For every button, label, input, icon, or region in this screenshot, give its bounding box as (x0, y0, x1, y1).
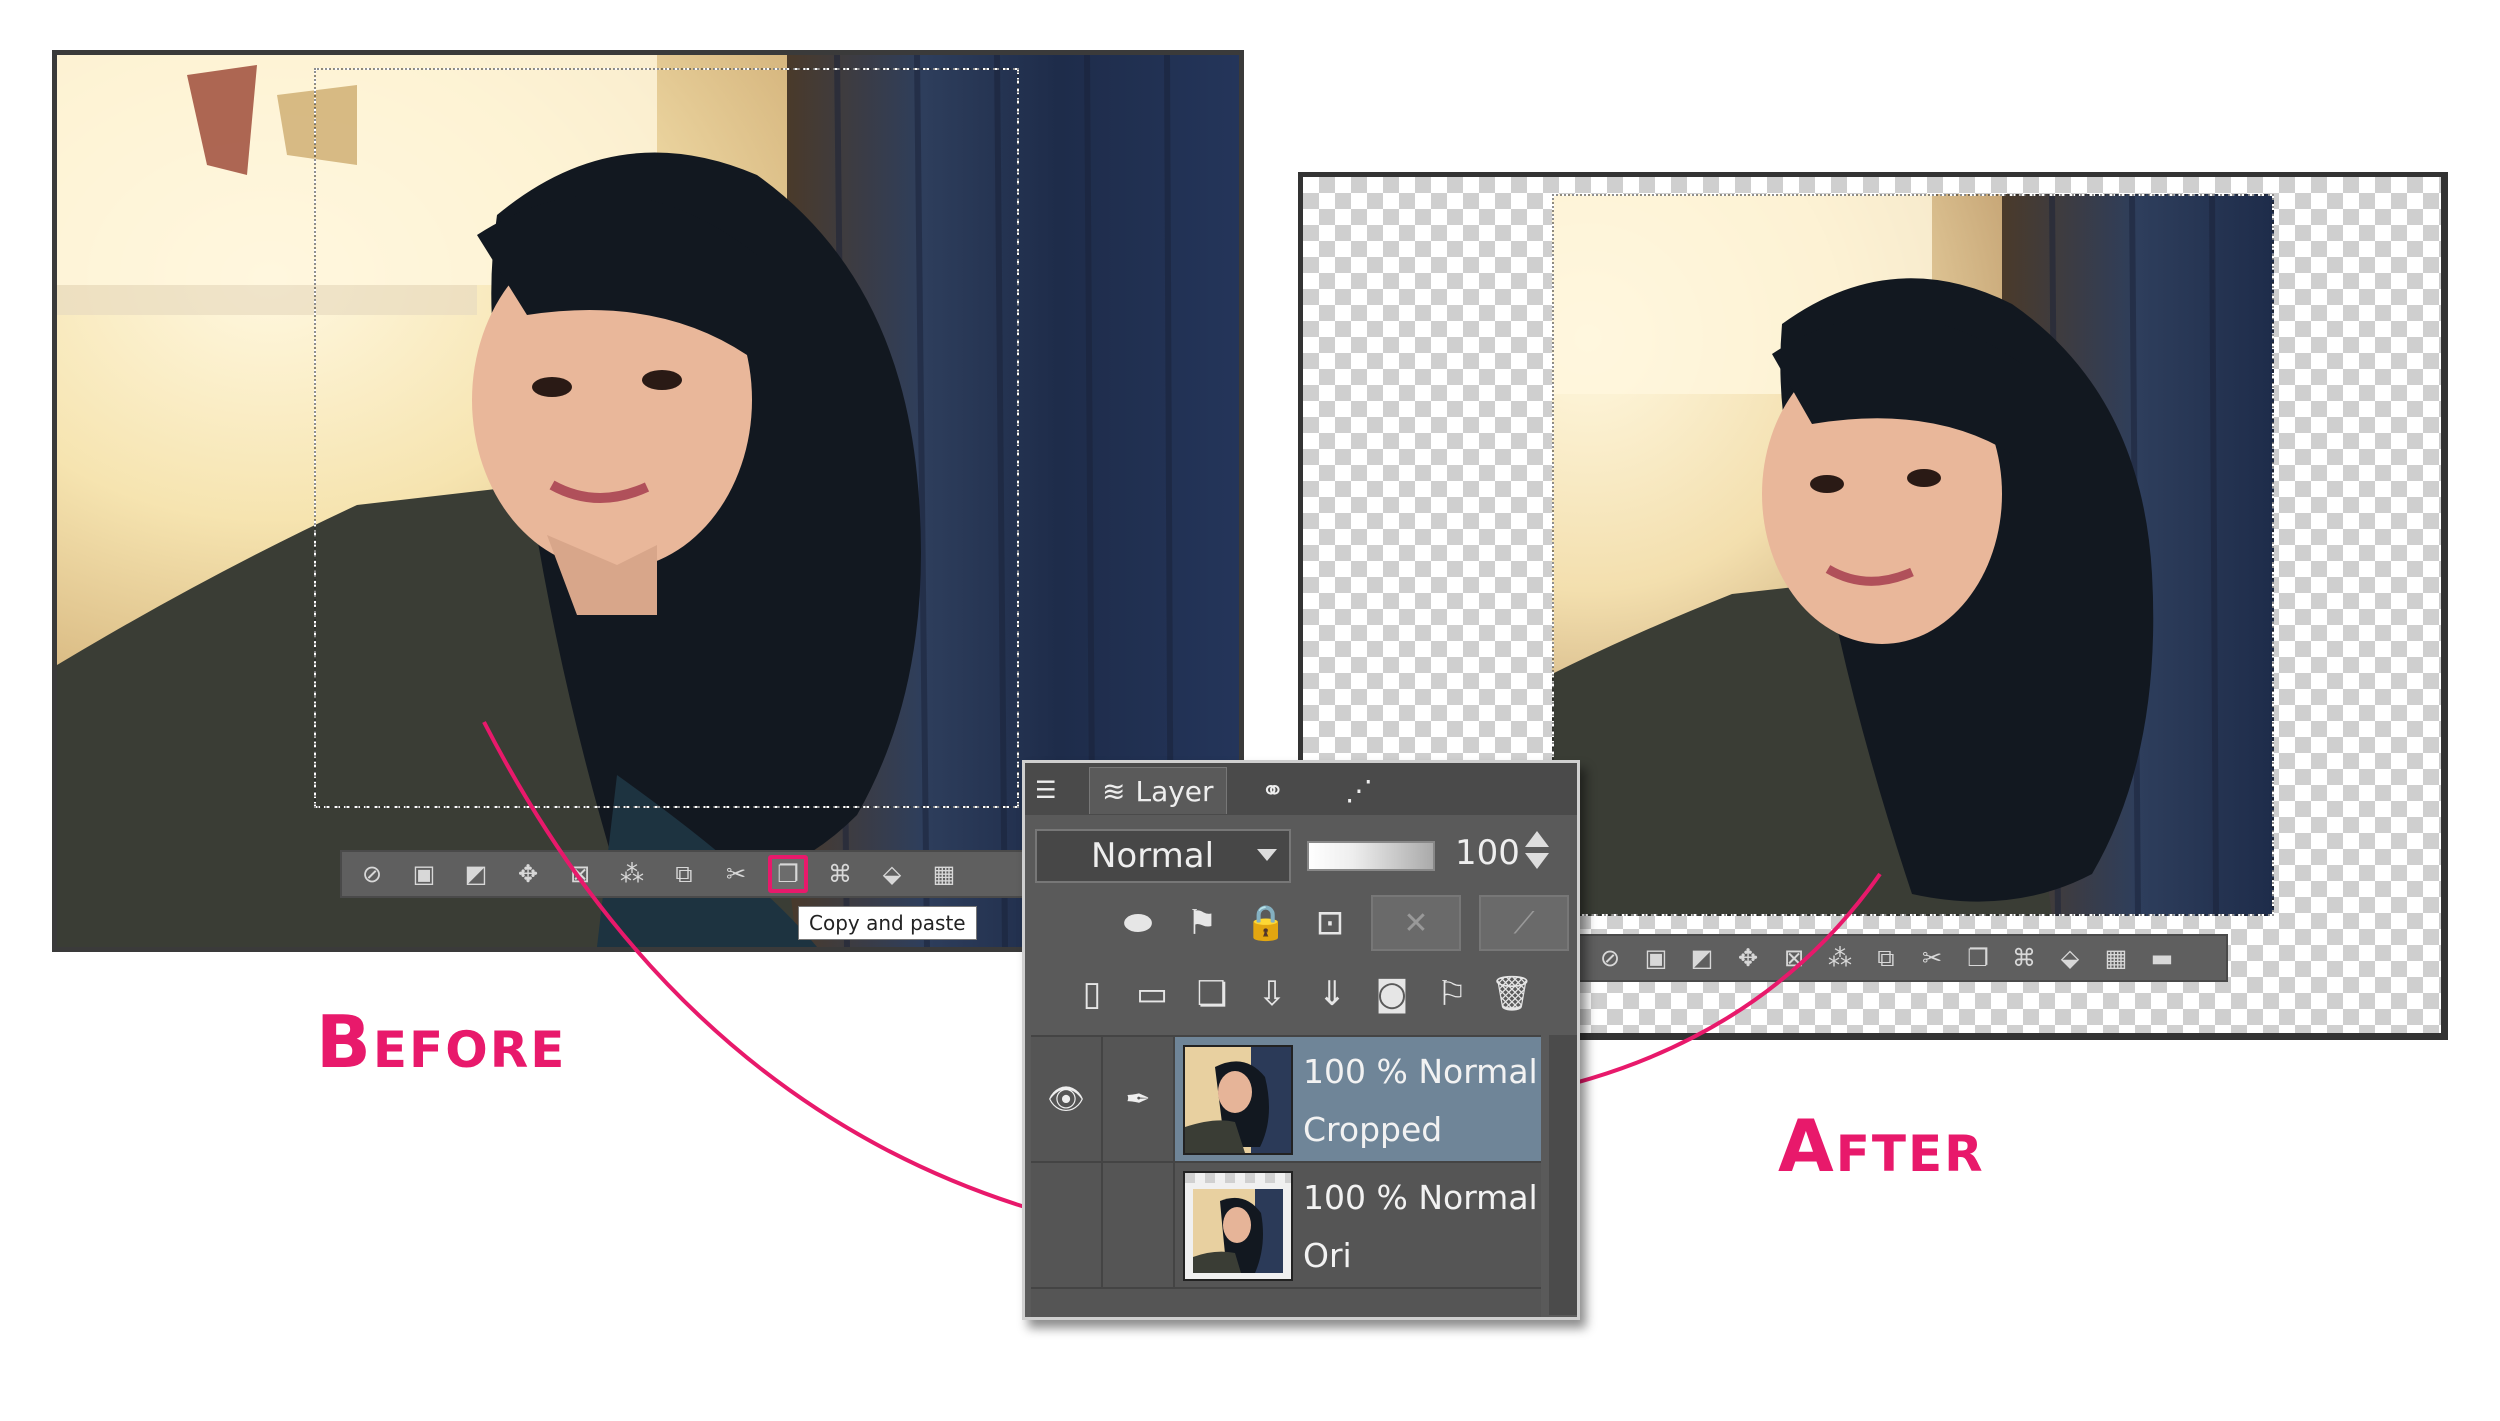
layer-name: Cropped (1303, 1110, 1443, 1149)
mask-enable-icon[interactable]: ✕ (1371, 895, 1461, 951)
tab-layer-property[interactable]: ⚭ (1261, 767, 1284, 813)
more-icon[interactable]: ▬ (2142, 939, 2182, 977)
layer-toggle-row: ⬬ ⚑ 🔒 ⊡ ✕ ⟋ (1115, 895, 1569, 951)
layer-info: 100 % Normal Cropped (1303, 1043, 1538, 1159)
layer-name: Ori (1303, 1236, 1352, 1275)
lock-layer-icon[interactable]: 🔒 (1243, 900, 1289, 946)
layer-panel-tabs: ☰ ≋ Layer ⚭ ⋰ (1025, 763, 1577, 815)
panel-menu-icon[interactable]: ☰ (1035, 767, 1057, 813)
copy-and-paste-tooltip: Copy and paste (798, 906, 977, 940)
tab-layer-search[interactable]: ⋰ (1345, 767, 1373, 813)
fill-selection-icon[interactable]: ⧉ (664, 855, 704, 893)
opacity-spinner[interactable] (1525, 831, 1551, 881)
new-folder-icon[interactable]: ❏ (1189, 971, 1235, 1017)
spin-up-icon[interactable] (1525, 831, 1549, 847)
chevron-down-icon (1257, 849, 1277, 861)
fill-icon[interactable]: ⬙ (2050, 939, 2090, 977)
layer-list-scrollbar[interactable] (1549, 1035, 1577, 1315)
layer-opacity-mode: 100 % Normal (1303, 1052, 1538, 1091)
clear-outside-icon[interactable]: ✂ (1912, 939, 1952, 977)
layer-thumbnail (1183, 1171, 1293, 1281)
delete-layer-icon[interactable]: 🗑 (1489, 971, 1535, 1017)
reference-layer-icon[interactable]: ⚑ (1179, 900, 1225, 946)
eye-slot[interactable] (1031, 1163, 1103, 1287)
clip-layer-icon[interactable]: ⬬ (1115, 900, 1161, 946)
deselect-icon[interactable]: ⊘ (352, 855, 392, 893)
convert-lines-icon[interactable]: ⁂ (1820, 939, 1860, 977)
new-raster-layer-icon[interactable]: ▯ (1069, 971, 1115, 1017)
copy-and-paste-icon: ❐ (777, 860, 799, 888)
cropped-thumbnail-image (1185, 1047, 1291, 1153)
opacity-slider[interactable] (1307, 841, 1435, 871)
select-all-icon[interactable]: ▣ (404, 855, 444, 893)
layer-list: 👁 ✒ 100 % Normal Cropped 100 % Normal Or… (1031, 1035, 1541, 1317)
shrink-selection-icon[interactable]: ⊠ (560, 855, 600, 893)
layer-row[interactable]: 👁 ✒ 100 % Normal Cropped (1031, 1037, 1541, 1163)
layer-panel: ☰ ≋ Layer ⚭ ⋰ Normal 100 ⬬ ⚑ 🔒 ⊡ ✕ ⟋ ▯ ▭… (1022, 760, 1580, 1320)
expand-selection-icon[interactable]: ✥ (1728, 939, 1768, 977)
fill-selection-icon[interactable]: ⧉ (1866, 939, 1906, 977)
pen-icon[interactable]: ✒ (1103, 1037, 1175, 1161)
tab-layer[interactable]: ≋ Layer (1089, 767, 1227, 814)
transfer-down-icon[interactable]: ⇩ (1249, 971, 1295, 1017)
transform-icon[interactable]: ⌘ (820, 855, 860, 893)
blend-mode-select[interactable]: Normal (1035, 829, 1291, 883)
after-selection-toolbar: ⊘ ▣ ◩ ✥ ⊠ ⁂ ⧉ ✂ ❐ ⌘ ⬙ ▦ ▬ (1578, 934, 2228, 982)
layer-body[interactable]: 100 % Normal Ori (1175, 1163, 1541, 1287)
select-all-icon[interactable]: ▣ (1636, 939, 1676, 977)
after-selection-marquee[interactable] (1552, 194, 2274, 916)
ori-thumbnail-image (1185, 1173, 1291, 1279)
blend-mode-value: Normal (1091, 836, 1215, 876)
opacity-value[interactable]: 100 (1455, 833, 1520, 873)
new-vector-layer-icon[interactable]: ▭ (1129, 971, 1175, 1017)
clear-outside-icon[interactable]: ✂ (716, 855, 756, 893)
spin-down-icon[interactable] (1525, 853, 1549, 869)
invert-selection-icon[interactable]: ◩ (456, 855, 496, 893)
transform-icon[interactable]: ⌘ (2004, 939, 2044, 977)
layer-search-icon: ⋰ (1345, 773, 1373, 807)
convert-lines-icon[interactable]: ⁂ (612, 855, 652, 893)
layer-mask-icon[interactable]: ◙ (1369, 971, 1415, 1017)
lock-transparent-icon[interactable]: ⊡ (1307, 900, 1353, 946)
layer-opacity-mode: 100 % Normal (1303, 1178, 1538, 1217)
layers-icon: ≋ (1102, 774, 1126, 808)
copy-and-paste-button[interactable]: ❐ (768, 855, 808, 893)
pen-slot[interactable] (1103, 1163, 1175, 1287)
expand-selection-icon[interactable]: ✥ (508, 855, 548, 893)
layer-property-icon: ⚭ (1261, 773, 1285, 807)
deselect-icon[interactable]: ⊘ (1590, 939, 1630, 977)
fill-icon[interactable]: ⬙ (872, 855, 912, 893)
shrink-selection-icon[interactable]: ⊠ (1774, 939, 1814, 977)
checker-icon[interactable]: ▦ (924, 855, 964, 893)
selection-marquee[interactable] (314, 68, 1019, 808)
eye-icon[interactable]: 👁 (1031, 1037, 1103, 1161)
checker-icon[interactable]: ▦ (2096, 939, 2136, 977)
apply-mask-icon[interactable]: ⚐ (1429, 971, 1475, 1017)
tab-layer-label: Layer (1135, 774, 1214, 808)
layer-info: 100 % Normal Ori (1303, 1169, 1538, 1285)
layer-row[interactable]: 100 % Normal Ori (1031, 1163, 1541, 1289)
after-label: After (1778, 1104, 1985, 1188)
layer-body[interactable]: 100 % Normal Cropped (1175, 1037, 1541, 1161)
copy-and-paste-icon[interactable]: ❐ (1958, 939, 1998, 977)
layer-thumbnail (1183, 1045, 1293, 1155)
invert-selection-icon[interactable]: ◩ (1682, 939, 1722, 977)
layer-action-row: ▯ ▭ ❏ ⇩ ⇓ ◙ ⚐ 🗑 (1069, 971, 1535, 1017)
ruler-enable-icon[interactable]: ⟋ (1479, 895, 1569, 951)
before-label: Before (316, 1000, 567, 1084)
merge-down-icon[interactable]: ⇓ (1309, 971, 1355, 1017)
